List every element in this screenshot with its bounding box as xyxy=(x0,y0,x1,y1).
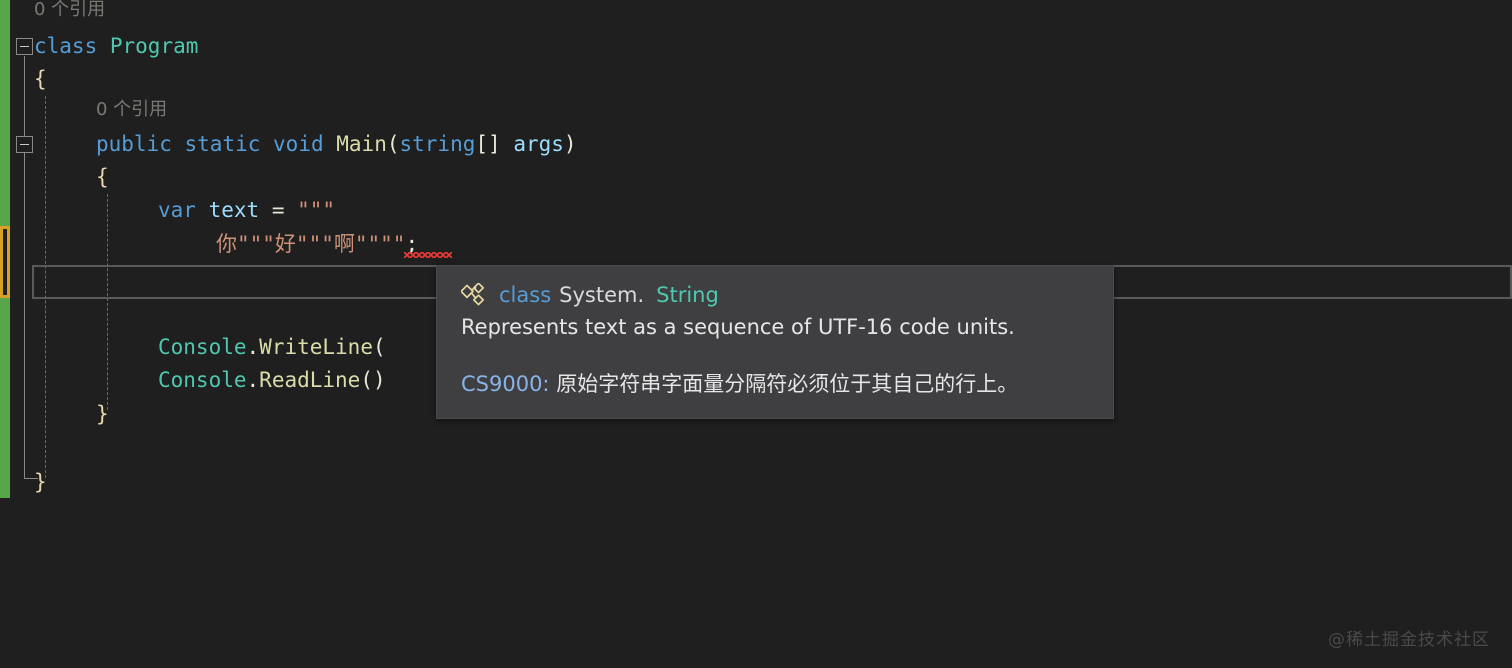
tooltip-description: Represents text as a sequence of UTF-16 … xyxy=(461,315,1015,339)
code-token: var xyxy=(158,198,196,222)
codelens-method-references[interactable]: 0 个引用 xyxy=(96,95,167,125)
code-token: . xyxy=(246,368,260,392)
code-line: class Program xyxy=(34,29,198,63)
code-line: { xyxy=(34,62,47,96)
code-line: } xyxy=(34,465,47,499)
code-token: static xyxy=(184,132,261,156)
error-squiggle xyxy=(404,252,452,258)
quick-info-tooltip: class System. String Represents text as a… xyxy=(436,265,1114,419)
class-icon xyxy=(460,282,487,307)
code-token: } xyxy=(34,470,47,494)
code-line: public static void Main(string[] args) xyxy=(96,127,577,161)
code-token: string xyxy=(399,132,476,156)
code-token: [] xyxy=(475,132,501,156)
code-token: = xyxy=(271,198,285,222)
codelens-class-references[interactable]: 0 个引用 xyxy=(34,0,105,25)
code-line: Console.ReadLine() xyxy=(158,363,386,397)
code-token: ( xyxy=(372,335,386,359)
code-token: void xyxy=(273,132,324,156)
tooltip-error-code: CS9000: xyxy=(461,372,550,396)
tooltip-error-row: CS9000: 原始字符串字面量分隔符必须位于其自己的行上。 xyxy=(461,369,1089,400)
code-line: Console.WriteLine( xyxy=(158,330,386,364)
tooltip-typename: String xyxy=(656,283,719,307)
code-line: 你"""好"""啊""""; xyxy=(216,227,418,261)
code-token: ) xyxy=(563,132,577,156)
code-line: { xyxy=(96,160,109,194)
code-token: ( xyxy=(386,132,400,156)
code-token: class xyxy=(34,34,98,58)
code-editor[interactable]: 0 个引用 0 个引用 class Program { public static … xyxy=(0,0,1512,668)
code-token: """ xyxy=(297,198,336,222)
code-token: { xyxy=(96,165,109,189)
code-token: public xyxy=(96,132,172,156)
code-token: Console xyxy=(158,368,247,392)
tooltip-error-message: 原始字符串字面量分隔符必须位于其自己的行上。 xyxy=(556,372,1019,396)
code-token: 你"""好"""啊"""" xyxy=(216,232,406,256)
code-token: text xyxy=(208,198,260,222)
code-token: ReadLine xyxy=(259,368,361,392)
code-token: Console xyxy=(158,335,247,359)
tooltip-signature-row: class System. String xyxy=(460,280,1089,310)
code-token: WriteLine xyxy=(259,335,373,359)
tooltip-spacer xyxy=(461,343,1089,369)
code-token: () xyxy=(360,368,386,392)
code-line: var text = """ xyxy=(158,193,335,227)
code-token: } xyxy=(96,402,109,426)
watermark: @稀土掘金技术社区 xyxy=(1328,630,1490,650)
code-token: { xyxy=(34,67,47,91)
tooltip-namespace: System. xyxy=(559,283,645,307)
code-token: args xyxy=(513,132,564,156)
tooltip-keyword: class xyxy=(499,283,552,307)
code-token: Main xyxy=(336,132,387,156)
code-line: } xyxy=(96,397,109,431)
code-token: Program xyxy=(109,34,199,58)
code-token: . xyxy=(246,335,260,359)
